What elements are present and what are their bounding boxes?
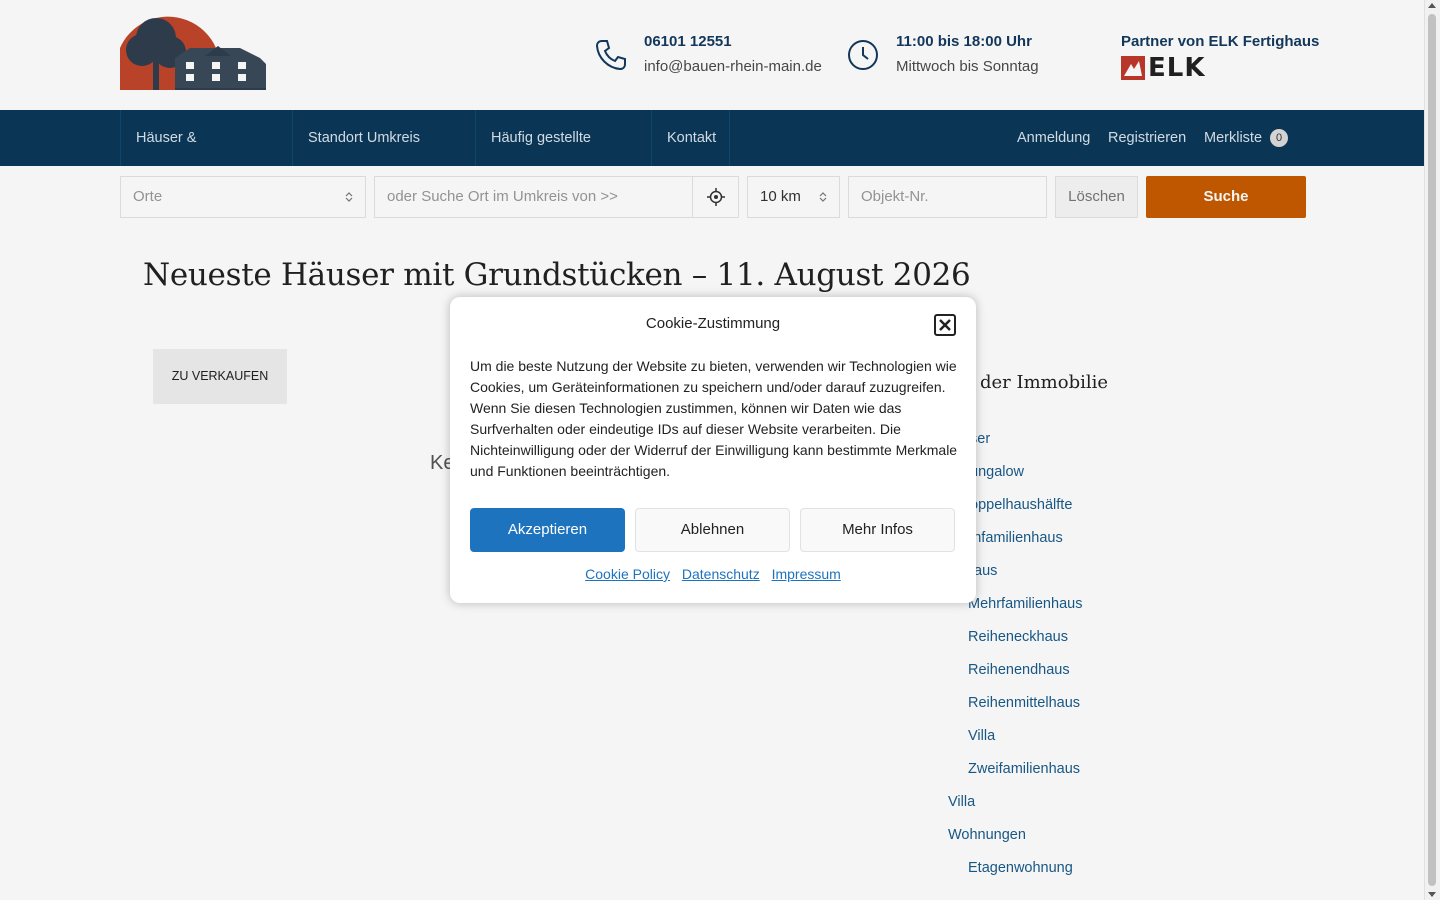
page: 06101 12551 info@bauen-rhein-main.de 11:… — [0, 0, 1425, 900]
more-info-button[interactable]: Mehr Infos — [800, 508, 955, 552]
accept-button[interactable]: Akzeptieren — [470, 508, 625, 552]
deny-button[interactable]: Ablehnen — [635, 508, 790, 552]
page-scrollbar[interactable] — [1424, 0, 1440, 900]
imprint-link[interactable]: Impressum — [772, 566, 841, 582]
close-icon — [939, 319, 951, 331]
close-button[interactable] — [934, 314, 956, 336]
cookie-dialog-text: Um die beste Nutzung der Website zu biet… — [470, 358, 958, 479]
scroll-up-icon[interactable] — [1428, 3, 1436, 8]
scroll-down-icon[interactable] — [1428, 892, 1436, 897]
privacy-link[interactable]: Datenschutz — [682, 566, 760, 582]
cookie-policy-link[interactable]: Cookie Policy — [585, 566, 670, 582]
cookie-consent-dialog: Cookie-Zustimmung Um die beste Nutzung d… — [450, 297, 976, 603]
cookie-dialog-title: Cookie-Zustimmung — [645, 315, 781, 332]
cookie-dialog-links: Cookie Policy Datenschutz Impressum — [450, 566, 976, 582]
scrollbar-thumb[interactable] — [1428, 14, 1436, 886]
